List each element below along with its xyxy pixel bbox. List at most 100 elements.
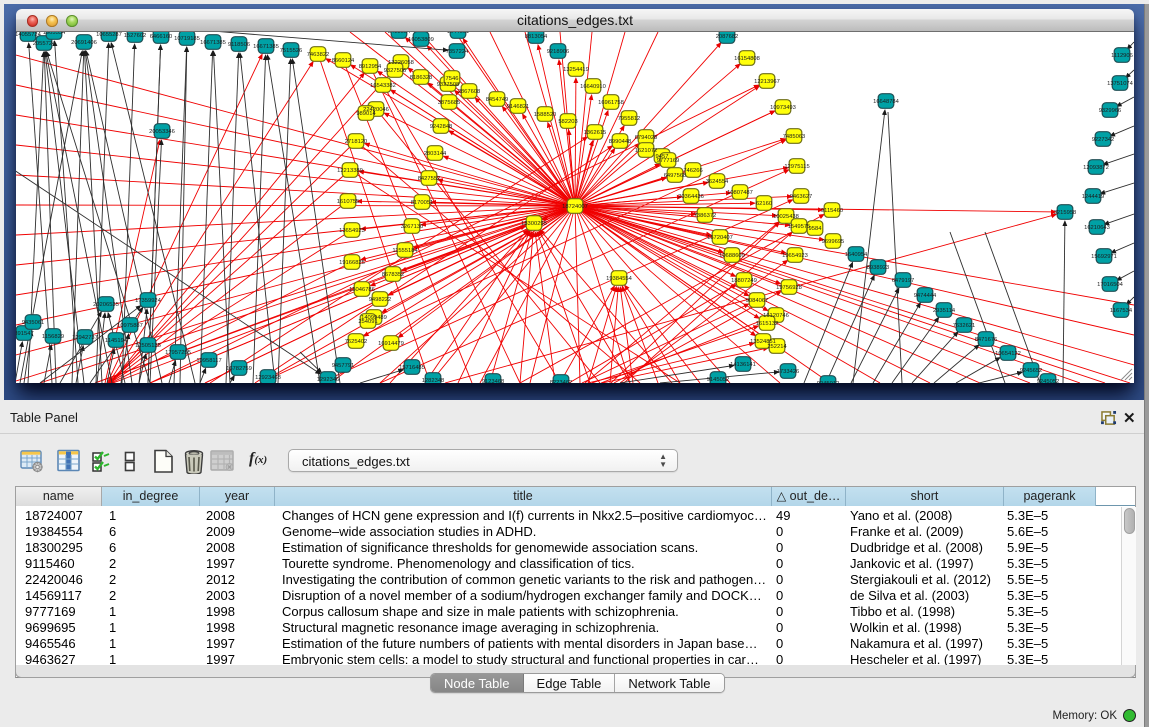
svg-text:14136141: 14136141 [730,362,756,368]
svg-text:8678352: 8678352 [382,272,405,278]
svg-text:9474444: 9474444 [914,293,937,299]
svg-text:3875685: 3875685 [438,100,461,106]
svg-text:16120746: 16120746 [763,313,789,319]
svg-text:7485063: 7485063 [783,134,806,140]
svg-text:1733426: 1733426 [777,369,800,375]
svg-text:8660124: 8660124 [332,58,355,64]
svg-text:16154808: 16154808 [734,56,760,62]
svg-text:8223462: 8223462 [550,380,573,383]
svg-text:16053809: 16053809 [408,37,434,43]
svg-text:8990448: 8990448 [609,139,632,145]
svg-text:1621072: 1621072 [635,148,658,154]
svg-text:8186328: 8186328 [410,75,433,81]
svg-text:9777169: 9777169 [657,158,680,164]
svg-text:8427552: 8427552 [418,176,441,182]
svg-text:10025438: 10025438 [773,214,799,220]
svg-text:19756928: 19756928 [776,285,802,291]
svg-text:8912954: 8912954 [359,64,382,70]
svg-text:10973493: 10973493 [770,105,796,111]
svg-text:1145194: 1145194 [105,338,128,344]
svg-text:19654923: 19654923 [782,253,808,259]
svg-text:17016504: 17016504 [1097,282,1124,288]
svg-text:2803144: 2803144 [424,151,447,157]
svg-text:9245652: 9245652 [1020,368,1043,374]
svg-text:13751074: 13751074 [1107,81,1134,87]
svg-text:9245052: 9245052 [1037,379,1060,383]
svg-text:16914479: 16914479 [378,341,404,347]
svg-text:10807487: 10807487 [727,190,753,196]
svg-text:16210643: 16210643 [1084,225,1110,231]
svg-text:16640910: 16640910 [580,84,606,90]
svg-text:9463627: 9463627 [790,194,813,200]
svg-text:7386372: 7386372 [694,213,717,219]
svg-text:1112906: 1112906 [1111,53,1133,59]
svg-text:8471676: 8471676 [975,337,998,343]
svg-text:9327508: 9327508 [437,82,460,88]
svg-text:2055724: 2055724 [33,41,56,47]
svg-text:10719185: 10719185 [174,36,200,42]
svg-text:62160: 62160 [756,201,772,207]
svg-text:1644091: 1644091 [447,32,470,35]
svg-text:8813054: 8813054 [525,34,548,40]
svg-text:7632621: 7632621 [953,323,976,329]
svg-text:1610755: 1610755 [337,199,360,205]
svg-text:9115460: 9115460 [821,208,843,214]
svg-text:582203: 582203 [558,119,577,125]
svg-text:16961758: 16961758 [598,100,624,106]
svg-text:20206535: 20206535 [93,302,119,308]
svg-text:20053346: 20053346 [149,129,175,135]
svg-text:9435061: 9435061 [22,320,45,326]
svg-text:252214: 252214 [767,344,787,350]
svg-text:7625402: 7625402 [345,339,368,345]
svg-text:9227342: 9227342 [1092,137,1115,143]
svg-text:18807249: 18807249 [731,278,757,284]
svg-text:6466160: 6466160 [150,34,173,40]
svg-text:2867608: 2867608 [458,89,481,95]
svg-text:3215958: 3215958 [1054,210,1077,216]
svg-text:1282348: 1282348 [422,378,445,383]
svg-text:9498222: 9498222 [369,297,392,303]
svg-text:1905534: 1905534 [43,32,66,36]
svg-text:13226058: 13226058 [388,60,414,66]
svg-text:17957255: 17957255 [165,350,191,356]
svg-text:989014: 989014 [356,111,376,117]
svg-text:6794028: 6794028 [635,135,658,141]
svg-text:254091: 254091 [358,319,377,325]
svg-text:12923468: 12923468 [255,375,281,381]
svg-text:1362615: 1362615 [584,130,607,136]
svg-text:1156829: 1156829 [42,334,64,340]
svg-text:9084067: 9084067 [746,298,769,304]
svg-text:1640954: 1640954 [845,252,868,258]
svg-text:2087682: 2087682 [716,34,739,40]
svg-text:12942737: 12942737 [72,335,98,341]
svg-text:19384554: 19384554 [606,276,633,282]
svg-text:9118506: 9118506 [228,42,250,48]
svg-text:12093872: 12093872 [1083,165,1109,171]
svg-text:12213967: 12213967 [754,79,780,85]
svg-text:1244419: 1244419 [1082,194,1105,200]
svg-text:16671385: 16671385 [253,44,279,50]
svg-text:9242848: 9242848 [430,124,453,130]
svg-text:2935114: 2935114 [933,308,956,314]
svg-text:9457791: 9457791 [332,363,355,369]
svg-text:10688609: 10688609 [719,253,745,259]
svg-text:1549575: 1549575 [788,224,811,230]
svg-text:9329966: 9329966 [1099,108,1122,114]
svg-text:9699695: 9699695 [822,239,845,245]
svg-text:16648784: 16648784 [873,99,900,105]
svg-text:9123468: 9123468 [482,379,505,383]
svg-text:9145052: 9145052 [707,377,730,383]
svg-text:7463822: 7463822 [307,52,330,58]
svg-text:18724007: 18724007 [562,204,588,210]
svg-text:7546: 7546 [446,76,459,82]
svg-text:9146821: 9146821 [507,104,530,110]
svg-text:2718120: 2718120 [345,139,368,145]
svg-text:10655287: 10655287 [96,32,122,38]
svg-text:7515526: 7515526 [280,48,303,54]
svg-text:12505135: 12505135 [135,343,161,349]
svg-text:11555184: 11555184 [392,248,418,254]
svg-text:12975115: 12975115 [784,164,809,170]
svg-text:8938923: 8938923 [867,265,890,271]
svg-text:1615132: 1615132 [756,321,779,327]
svg-text:19166825: 19166825 [339,260,365,266]
